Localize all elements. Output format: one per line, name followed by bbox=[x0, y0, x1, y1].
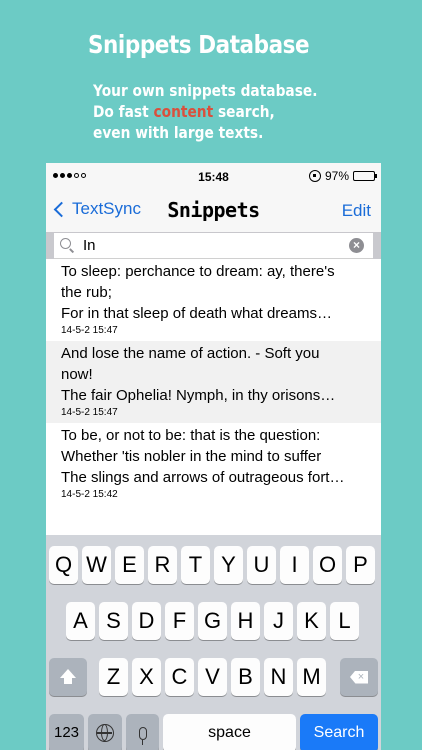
promo-title: Snippets Database bbox=[88, 30, 310, 59]
promo-line-1: Your own snippets database. bbox=[93, 81, 318, 100]
key-g[interactable]: G bbox=[198, 602, 227, 640]
search-icon bbox=[60, 238, 71, 249]
key-a[interactable]: A bbox=[66, 602, 95, 640]
snippet-line: The fair Ophelia! Nymph, in thy orisons… bbox=[61, 387, 336, 404]
page-title: Snippets bbox=[167, 198, 260, 222]
key-x[interactable]: X bbox=[132, 658, 161, 696]
list-item[interactable]: To be, or not to be: that is the questio… bbox=[46, 423, 381, 505]
key-m[interactable]: M bbox=[297, 658, 326, 696]
navigation-bar: TextSync Snippets Edit bbox=[46, 189, 381, 233]
dictation-key[interactable] bbox=[126, 714, 159, 750]
key-d[interactable]: D bbox=[132, 602, 161, 640]
snippet-date: 14-5-2 15:47 bbox=[61, 325, 118, 336]
key-t[interactable]: T bbox=[181, 546, 210, 584]
promo-subtitle: Your own snippets database. Do fast cont… bbox=[93, 80, 317, 143]
status-bar: 15:48 97% bbox=[46, 163, 381, 189]
key-s[interactable]: S bbox=[99, 602, 128, 640]
edit-button[interactable]: Edit bbox=[342, 201, 371, 221]
snippet-line: And lose the name of action. - Soft you bbox=[61, 345, 320, 362]
search-input[interactable] bbox=[83, 237, 323, 254]
key-n[interactable]: N bbox=[264, 658, 293, 696]
clear-icon[interactable]: × bbox=[349, 238, 364, 253]
microphone-icon bbox=[138, 726, 147, 745]
search-key[interactable]: Search bbox=[300, 714, 378, 750]
key-r[interactable]: R bbox=[148, 546, 177, 584]
battery-icon bbox=[353, 171, 377, 181]
shift-key[interactable] bbox=[49, 658, 87, 696]
snippet-date: 14-5-2 15:42 bbox=[61, 489, 118, 500]
snippet-list: To sleep: perchance to dream: ay, there'… bbox=[46, 259, 381, 505]
key-v[interactable]: V bbox=[198, 658, 227, 696]
snippet-line: To sleep: perchance to dream: ay, there'… bbox=[61, 263, 335, 280]
snippet-line: The slings and arrows of outrageous fort… bbox=[61, 469, 345, 486]
delete-icon: × bbox=[350, 670, 368, 684]
key-f[interactable]: F bbox=[165, 602, 194, 640]
keyboard: Q W E R T Y U I O P A S D F G H J K L Z … bbox=[46, 535, 381, 750]
key-l[interactable]: L bbox=[330, 602, 359, 640]
globe-key[interactable] bbox=[88, 714, 122, 750]
shift-arrow-icon bbox=[60, 669, 76, 684]
snippet-line: For in that sleep of death what dreams… bbox=[61, 305, 332, 322]
snippet-line: To be, or not to be: that is the questio… bbox=[61, 427, 321, 444]
phone-screen: 15:48 97% TextSync Snippets Edit × To sl… bbox=[46, 163, 381, 750]
key-c[interactable]: C bbox=[165, 658, 194, 696]
key-o[interactable]: O bbox=[313, 546, 342, 584]
key-k[interactable]: K bbox=[297, 602, 326, 640]
numbers-key[interactable]: 123 bbox=[49, 714, 84, 750]
key-w[interactable]: W bbox=[82, 546, 111, 584]
list-item[interactable]: To sleep: perchance to dream: ay, there'… bbox=[46, 259, 381, 341]
promo-line-3: even with large texts. bbox=[93, 123, 264, 142]
space-key[interactable]: space bbox=[163, 714, 296, 750]
rotation-lock-icon bbox=[308, 170, 321, 182]
key-j[interactable]: J bbox=[264, 602, 293, 640]
battery-percent: 97% bbox=[324, 169, 349, 183]
promo-highlight: content bbox=[153, 102, 214, 121]
key-y[interactable]: Y bbox=[214, 546, 243, 584]
snippet-line: now! bbox=[61, 366, 93, 383]
key-z[interactable]: Z bbox=[99, 658, 128, 696]
key-e[interactable]: E bbox=[115, 546, 144, 584]
key-q[interactable]: Q bbox=[49, 546, 78, 584]
key-p[interactable]: P bbox=[346, 546, 375, 584]
snippet-line: Whether 'tis nobler in the mind to suffe… bbox=[61, 448, 322, 465]
list-item[interactable]: And lose the name of action. - Soft you … bbox=[46, 341, 381, 423]
snippet-date: 14-5-2 15:47 bbox=[61, 407, 118, 418]
snippet-line: the rub; bbox=[61, 284, 112, 301]
key-h[interactable]: H bbox=[231, 602, 260, 640]
key-u[interactable]: U bbox=[247, 546, 276, 584]
delete-key[interactable]: × bbox=[340, 658, 378, 696]
globe-icon bbox=[96, 724, 114, 743]
search-bar: × bbox=[46, 233, 381, 259]
key-b[interactable]: B bbox=[231, 658, 260, 696]
key-i[interactable]: I bbox=[280, 546, 309, 584]
promo-line-2: Do fast content search, bbox=[93, 102, 275, 121]
